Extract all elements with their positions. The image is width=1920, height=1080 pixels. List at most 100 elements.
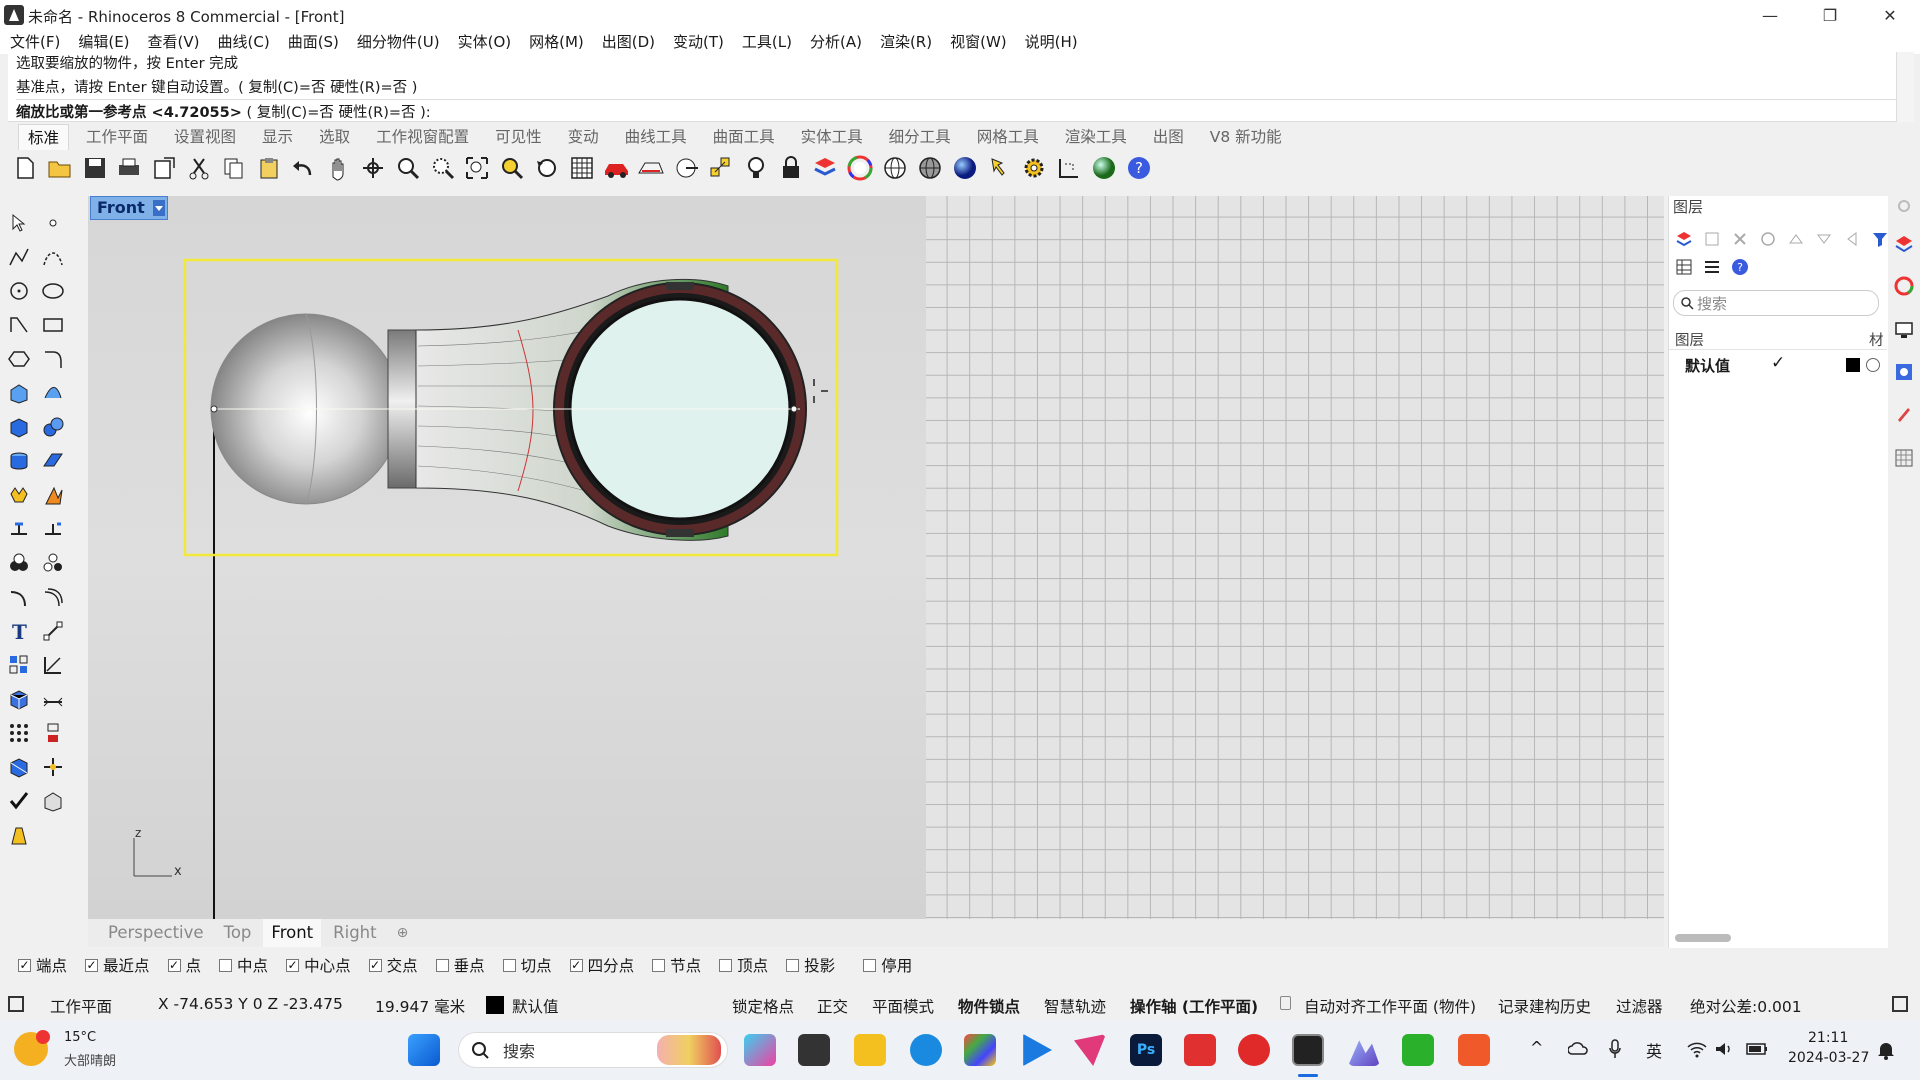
file-explorer-icon[interactable] (854, 1034, 886, 1066)
tab-subd-tools[interactable]: 细分工具 (880, 124, 960, 150)
osnap-quadrant[interactable]: ✓ 四分点 (569, 954, 634, 976)
command-options[interactable]: ( 复制(C)=否 硬性(R)=否 ): (242, 105, 430, 121)
osnap-checkbox[interactable] (786, 958, 800, 972)
paste-icon[interactable] (254, 153, 284, 183)
osnap-knot[interactable]: 节点 (652, 954, 701, 976)
point-grid-icon[interactable] (6, 720, 32, 746)
osnap-checkbox[interactable] (435, 958, 449, 972)
curve-cv-icon[interactable] (40, 244, 66, 270)
analyze-distance-icon[interactable] (40, 686, 66, 712)
status-ortho[interactable]: 正交 (817, 995, 848, 1017)
light-tool-icon[interactable] (6, 822, 32, 848)
scale-icon[interactable] (40, 652, 66, 678)
add-viewport-tab-icon[interactable]: ⊕ (389, 919, 417, 947)
restore-button[interactable]: ❐ (1800, 0, 1860, 30)
delete-layer-icon[interactable] (1731, 230, 1749, 248)
osnap-point[interactable]: ✓ 点 (167, 954, 201, 976)
clock-time[interactable]: 21:11 (1808, 1030, 1848, 1046)
wifi-icon[interactable] (1686, 1040, 1708, 1058)
zoom-extents-icon[interactable] (462, 153, 492, 183)
mesh-box-icon[interactable] (6, 686, 32, 712)
move-down-icon[interactable] (1815, 230, 1833, 248)
osnap-near[interactable]: ✓ 最近点 (85, 954, 150, 976)
side-paint-icon[interactable] (1894, 404, 1914, 424)
menu-solid[interactable]: 实体(O) (458, 30, 521, 54)
status-smarttrack[interactable]: 智慧轨迹 (1044, 995, 1106, 1017)
side-layer-icon[interactable] (1894, 234, 1914, 254)
taskbar-search[interactable]: 搜索 (458, 1032, 728, 1068)
undo-icon[interactable] (288, 153, 318, 183)
osnap-checkbox[interactable] (863, 958, 877, 972)
menu-view[interactable]: 查看(V) (148, 30, 209, 54)
tab-drafting[interactable]: 出图 (1144, 124, 1193, 150)
camtasia-green-icon[interactable] (1402, 1034, 1434, 1066)
options-gear-icon[interactable] (1019, 153, 1049, 183)
osnap-vertex[interactable]: 顶点 (719, 954, 768, 976)
solid-edit-icon[interactable] (6, 754, 32, 780)
text-icon[interactable]: T (6, 618, 32, 644)
menu-drafting[interactable]: 出图(D) (602, 30, 664, 54)
tab-right[interactable]: Right (325, 919, 384, 947)
tray-overflow-icon[interactable]: ^ (1530, 1038, 1543, 1057)
menu-viewport[interactable]: 视窗(W) (950, 30, 1016, 54)
command-history[interactable]: 选取要缩放的物件，按 Enter 完成 基准点，请按 Enter 键自动设置。(… (8, 52, 1896, 122)
model-canvas[interactable] (88, 196, 1664, 919)
photoshop-icon[interactable]: Ps (1130, 1034, 1162, 1066)
menu-curve[interactable]: 曲线(C) (218, 30, 279, 54)
osnap-tangent[interactable]: 切点 (502, 954, 552, 976)
status-gumball[interactable]: 操作轴 (工作平面) (1130, 995, 1258, 1017)
zoom-dynamic-icon[interactable] (393, 153, 423, 183)
microsoft-store-icon[interactable] (964, 1034, 996, 1066)
edge-browser-icon[interactable] (910, 1034, 942, 1066)
dimension-icon[interactable] (1054, 153, 1084, 183)
tab-transform[interactable]: 变动 (559, 124, 608, 150)
volume-icon[interactable] (1714, 1040, 1736, 1058)
osnap-endpoint[interactable]: ✓ 端点 (18, 954, 67, 976)
extrude-icon[interactable] (40, 448, 66, 474)
tab-render-tools[interactable]: 渲染工具 (1056, 124, 1136, 150)
explode-icon[interactable] (40, 482, 66, 508)
front-viewport[interactable]: z x Front (88, 196, 1664, 919)
wireframe-mode-icon[interactable] (880, 153, 910, 183)
loft-icon[interactable] (40, 380, 66, 406)
undo-view-icon[interactable] (532, 153, 562, 183)
open-folder-icon[interactable] (45, 153, 75, 183)
osnap-checkbox[interactable]: ✓ (368, 958, 382, 972)
tab-front[interactable]: Front (263, 919, 322, 947)
tab-solid-tools[interactable]: 实体工具 (792, 124, 872, 150)
osnap-checkbox[interactable] (719, 958, 733, 972)
box-icon[interactable] (6, 414, 32, 440)
status-panel-toggle-icon[interactable] (8, 996, 24, 1012)
status-grid-snap[interactable]: 锁定格点 (732, 995, 794, 1017)
weather-desc[interactable]: 大部晴朗 (64, 1050, 116, 1069)
shaded-sphere-icon[interactable] (915, 153, 945, 183)
offset-curve-icon[interactable] (40, 584, 66, 610)
pan-hand-icon[interactable] (323, 153, 353, 183)
xmind-icon[interactable] (1184, 1034, 1216, 1066)
ellipse-icon[interactable] (40, 278, 66, 304)
new-sublayer-icon[interactable] (1703, 230, 1721, 248)
vertical-array-icon[interactable] (40, 720, 66, 746)
tab-mesh-tools[interactable]: 网格工具 (968, 124, 1048, 150)
boolean-icon[interactable] (6, 482, 32, 508)
sphere-icon[interactable] (40, 414, 66, 440)
point-icon[interactable] (40, 210, 66, 236)
feishu-icon[interactable] (1074, 1034, 1106, 1066)
panel-help-icon[interactable]: ? (1731, 258, 1749, 276)
select-filter-icon[interactable] (984, 153, 1014, 183)
cplane-origin-icon[interactable] (671, 153, 701, 183)
osnap-midpoint[interactable]: 中点 (219, 954, 268, 976)
export-icon[interactable] (149, 153, 179, 183)
status-maximize-icon[interactable] (1892, 996, 1908, 1012)
shaded-mode-icon[interactable] (636, 153, 666, 183)
osnap-checkbox[interactable] (652, 958, 666, 972)
status-layer[interactable]: 默认值 (512, 995, 559, 1017)
cut-icon[interactable] (184, 153, 214, 183)
onedrive-icon[interactable] (1568, 1040, 1590, 1058)
dimension-tool-icon[interactable] (40, 618, 66, 644)
status-history[interactable]: 记录建构历史 (1498, 995, 1591, 1017)
command-scrollbar[interactable] (1896, 52, 1914, 122)
layer-icon[interactable] (810, 153, 840, 183)
side-grid-icon[interactable] (1894, 448, 1914, 468)
osnap-checkbox[interactable]: ✓ (18, 958, 31, 972)
